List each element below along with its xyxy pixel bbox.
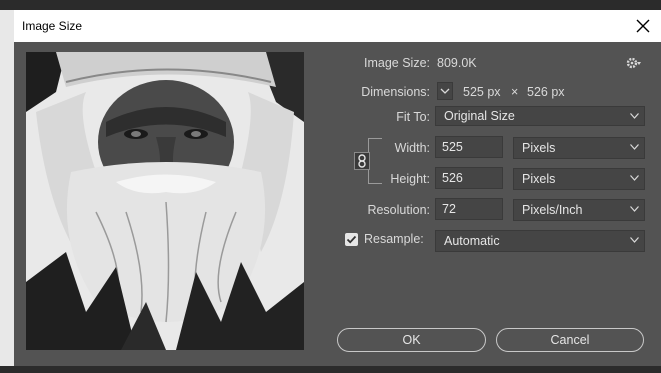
preview-image <box>26 52 304 350</box>
chevron-down-icon <box>630 144 639 150</box>
dimensions-width: 525 px <box>463 85 501 99</box>
dimensions-times: × <box>511 85 519 99</box>
cancel-button[interactable]: Cancel <box>496 328 644 352</box>
background-area <box>0 0 661 10</box>
resolution-label: Resolution: <box>367 203 430 217</box>
close-button[interactable] <box>631 14 655 38</box>
chevron-down-icon <box>630 206 639 212</box>
chevron-down-icon <box>630 175 639 181</box>
gear-icon <box>626 57 641 69</box>
image-size-dialog: Image Size Image Size: 809.0K Dimensions… <box>14 10 661 366</box>
image-preview[interactable] <box>26 52 304 350</box>
height-unit-select[interactable]: Pixels <box>513 168 645 190</box>
resolution-unit-select[interactable]: Pixels/Inch <box>513 199 645 221</box>
chevron-down-icon <box>630 237 639 243</box>
fit-to-select[interactable]: Original Size <box>435 106 645 126</box>
width-unit-select[interactable]: Pixels <box>513 137 645 159</box>
chevron-down-icon <box>440 88 450 94</box>
dimensions-units-dropdown[interactable] <box>437 82 453 100</box>
width-unit-value: Pixels <box>522 141 556 155</box>
height-label: Height: <box>390 172 430 186</box>
background-area-bottom <box>0 366 661 373</box>
settings-button[interactable] <box>626 55 642 71</box>
background-canvas <box>0 10 14 373</box>
fit-to-label: Fit To: <box>396 110 430 124</box>
image-size-value: 809.0K <box>437 56 477 70</box>
close-icon <box>636 19 650 33</box>
resolution-input[interactable]: 72 <box>435 198 503 220</box>
resolution-unit-value: Pixels/Inch <box>522 203 583 217</box>
resample-label: Resample: <box>364 232 424 246</box>
fit-to-value: Original Size <box>444 109 515 123</box>
ok-button[interactable]: OK <box>337 328 486 352</box>
checkbox-check-icon <box>346 235 357 244</box>
dialog-title: Image Size <box>22 19 83 33</box>
dimensions-height: 526 px <box>527 85 565 99</box>
titlebar: Image Size <box>14 10 661 42</box>
resample-value: Automatic <box>444 234 500 248</box>
resample-select[interactable]: Automatic <box>435 230 645 252</box>
resample-checkbox[interactable] <box>345 233 358 246</box>
height-unit-value: Pixels <box>522 172 556 186</box>
dimensions-label: Dimensions: <box>361 85 430 99</box>
width-label: Width: <box>394 141 430 155</box>
width-input[interactable]: 525 <box>435 136 503 158</box>
chevron-down-icon <box>630 113 639 119</box>
image-size-label: Image Size: <box>363 56 430 70</box>
chain-link-icon <box>358 154 366 168</box>
height-input[interactable]: 526 <box>435 167 503 189</box>
